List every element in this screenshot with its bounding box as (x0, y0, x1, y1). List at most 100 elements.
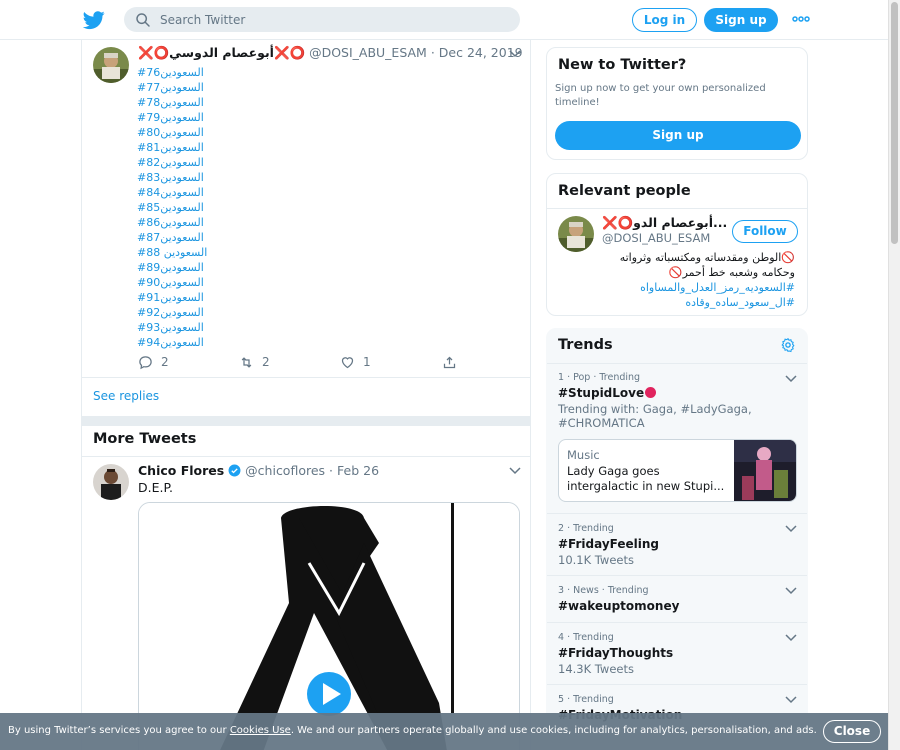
chevron-down-icon[interactable] (785, 634, 797, 642)
hashtag-link[interactable]: #السعودين77 (137, 80, 337, 95)
twitter-bird-icon[interactable] (83, 9, 105, 31)
relevant-people-card: Relevant people ❌⭕أبوعصام الدو... @DOSI_… (546, 173, 808, 316)
hashtag-link[interactable]: #السعودين78 (137, 95, 337, 110)
hashtag-link[interactable]: #السعودين79 (137, 110, 337, 125)
search-icon (136, 13, 150, 27)
like-button[interactable]: 1 (340, 352, 371, 372)
chevron-down-icon[interactable] (785, 696, 797, 704)
hashtag-link[interactable]: #السعودين80 (137, 125, 337, 140)
trends-card: Trends 1 · Pop · Trending #StupidLove Tr… (546, 328, 808, 750)
close-button[interactable]: Close (823, 720, 881, 743)
cookies-use-link[interactable]: Cookies Use (230, 725, 291, 736)
hashtag-link[interactable]: #السعودين93 (137, 320, 337, 335)
hashtag-link[interactable]: #السعودين85 (137, 200, 337, 215)
tweet[interactable]: ❌⭕أبوعصام الدوسي❌⭕ @DOSI_ABU_ESAM · Dec … (82, 40, 530, 378)
sidebar-signup-button[interactable]: Sign up (555, 121, 801, 150)
hashtag-link[interactable]: #السعودين91 (137, 290, 337, 305)
card-description: Sign up now to get your own personalized… (555, 83, 766, 108)
hashtag-link[interactable]: #السعوديه_رمز_العدل_والمساواه (575, 280, 795, 295)
trend-meta: 2 · Trending (558, 523, 614, 534)
top-bar: Log in Sign up (0, 0, 888, 40)
hashtag-link[interactable]: #السعودين92 (137, 305, 337, 320)
hashtag-link[interactable]: #ال_سعود_ساده_وقاده (575, 295, 795, 310)
avatar-image (93, 464, 129, 500)
retweet-icon (241, 356, 252, 368)
hashtag-link[interactable]: #السعودين90 (137, 275, 337, 290)
avatar[interactable] (93, 464, 129, 500)
person-bio: 🚫الوطن ومقدساته ومكتسباته وثرواته وحكامه… (575, 250, 795, 310)
more-options-icon[interactable] (792, 13, 810, 25)
hashtag-link[interactable]: #السعودين83 (137, 170, 337, 185)
trend-name: #StupidLove (558, 386, 657, 400)
trend-subtext: Trending with: Gaga, #LadyGaga, #CHROMAT… (558, 402, 752, 430)
person-handle[interactable]: @DOSI_ABU_ESAM (602, 231, 710, 245)
chevron-down-icon[interactable] (509, 467, 521, 475)
like-count: 1 (363, 355, 371, 369)
search-input[interactable] (160, 10, 500, 29)
author-name[interactable]: Chico Flores (138, 463, 224, 478)
reply-icon (139, 355, 152, 369)
share-icon (443, 356, 456, 368)
play-icon[interactable] (306, 671, 352, 717)
cookie-text: By using Twitter’s services you agree to… (8, 725, 817, 736)
hashtag-link[interactable]: #السعودين84 (137, 185, 337, 200)
hashtag-link[interactable]: #السعودين86 (137, 215, 337, 230)
trend-meta: 4 · Trending (558, 632, 614, 643)
hashtag-link[interactable]: #السعودين87 (137, 230, 337, 245)
search-box[interactable] (124, 7, 520, 32)
hashtag-link[interactable]: #السعودين89 (137, 260, 337, 275)
avatar[interactable] (93, 47, 129, 83)
signup-button[interactable]: Sign up (704, 8, 778, 32)
news-category: Music (567, 448, 600, 462)
hashtag-link[interactable]: #السعودين82 (137, 155, 337, 170)
person-name[interactable]: ❌⭕أبوعصام الدو... (602, 215, 727, 231)
chevron-down-icon[interactable] (785, 587, 797, 595)
trend-item[interactable]: 4 · Trending #FridayThoughts 14.3K Tweet… (547, 622, 807, 684)
section-separator (82, 416, 530, 426)
scrollbar-thumb[interactable] (891, 2, 898, 244)
hashtag-link[interactable]: #السعودين81 (137, 140, 337, 155)
trend-meta: 5 · Trending (558, 694, 614, 705)
gear-icon[interactable] (780, 337, 796, 353)
follow-button[interactable]: Follow (732, 220, 798, 243)
tweet-date[interactable]: Feb 26 (337, 463, 379, 478)
news-title: Lady Gaga goes intergalactic in new Stup… (567, 464, 725, 493)
author-handle[interactable]: @DOSI_ABU_ESAM (309, 45, 427, 60)
chevron-down-icon[interactable] (509, 50, 521, 58)
separator-dot: · (430, 45, 435, 60)
trend-name: #FridayFeeling (558, 537, 660, 551)
trend-item[interactable]: 2 · Trending #FridayFeeling 10.1K Tweets (547, 513, 807, 575)
timeline-column: ❌⭕أبوعصام الدوسي❌⭕ @DOSI_ABU_ESAM · Dec … (81, 40, 531, 750)
tweet-text: D.E.P. (138, 480, 174, 495)
share-button[interactable] (442, 352, 465, 372)
page-scrollbar[interactable] (888, 0, 900, 750)
trend-subtext: 14.3K Tweets (558, 662, 634, 676)
see-replies-link[interactable]: See replies (93, 389, 159, 403)
cookie-text-part: . We and our partners operate globally a… (290, 725, 817, 736)
trend-meta: 3 · News · Trending (558, 585, 649, 596)
new-to-twitter-card: New to Twitter? Sign up now to get your … (546, 47, 808, 160)
trend-news-card[interactable]: Music Lady Gaga goes intergalactic in ne… (558, 439, 797, 502)
reply-count: 2 (161, 355, 169, 369)
retweet-count: 2 (262, 355, 270, 369)
reply-button[interactable]: 2 (138, 352, 169, 372)
hashtag-link[interactable]: #السعودين 88 (137, 245, 337, 260)
divider (547, 208, 807, 209)
trend-item[interactable]: 1 · Pop · Trending #StupidLove Trending … (547, 363, 807, 513)
tweet-header: ❌⭕أبوعصام الدوسي❌⭕ @DOSI_ABU_ESAM · Dec … (138, 45, 523, 61)
avatar[interactable] (558, 216, 594, 252)
trend-item[interactable]: 3 · News · Trending #wakeuptomoney (547, 575, 807, 622)
retweet-button[interactable]: 2 (239, 352, 270, 372)
avatar-image (558, 216, 594, 252)
tweet-text: #السعودين76 #السعودين77 #السعودين78 #الس… (137, 65, 337, 350)
hashtag-link[interactable]: #السعودين94 (137, 335, 337, 350)
hashtag-link[interactable]: #السعودين76 (137, 65, 337, 80)
news-thumbnail (734, 440, 796, 501)
card-title: New to Twitter? (558, 57, 687, 73)
login-button[interactable]: Log in (632, 8, 697, 32)
author-name[interactable]: ❌⭕أبوعصام الدوسي❌⭕ (138, 45, 305, 60)
card-title: Trends (558, 337, 613, 353)
chevron-down-icon[interactable] (785, 375, 797, 383)
author-handle[interactable]: @chicoflores (245, 463, 325, 478)
chevron-down-icon[interactable] (785, 525, 797, 533)
